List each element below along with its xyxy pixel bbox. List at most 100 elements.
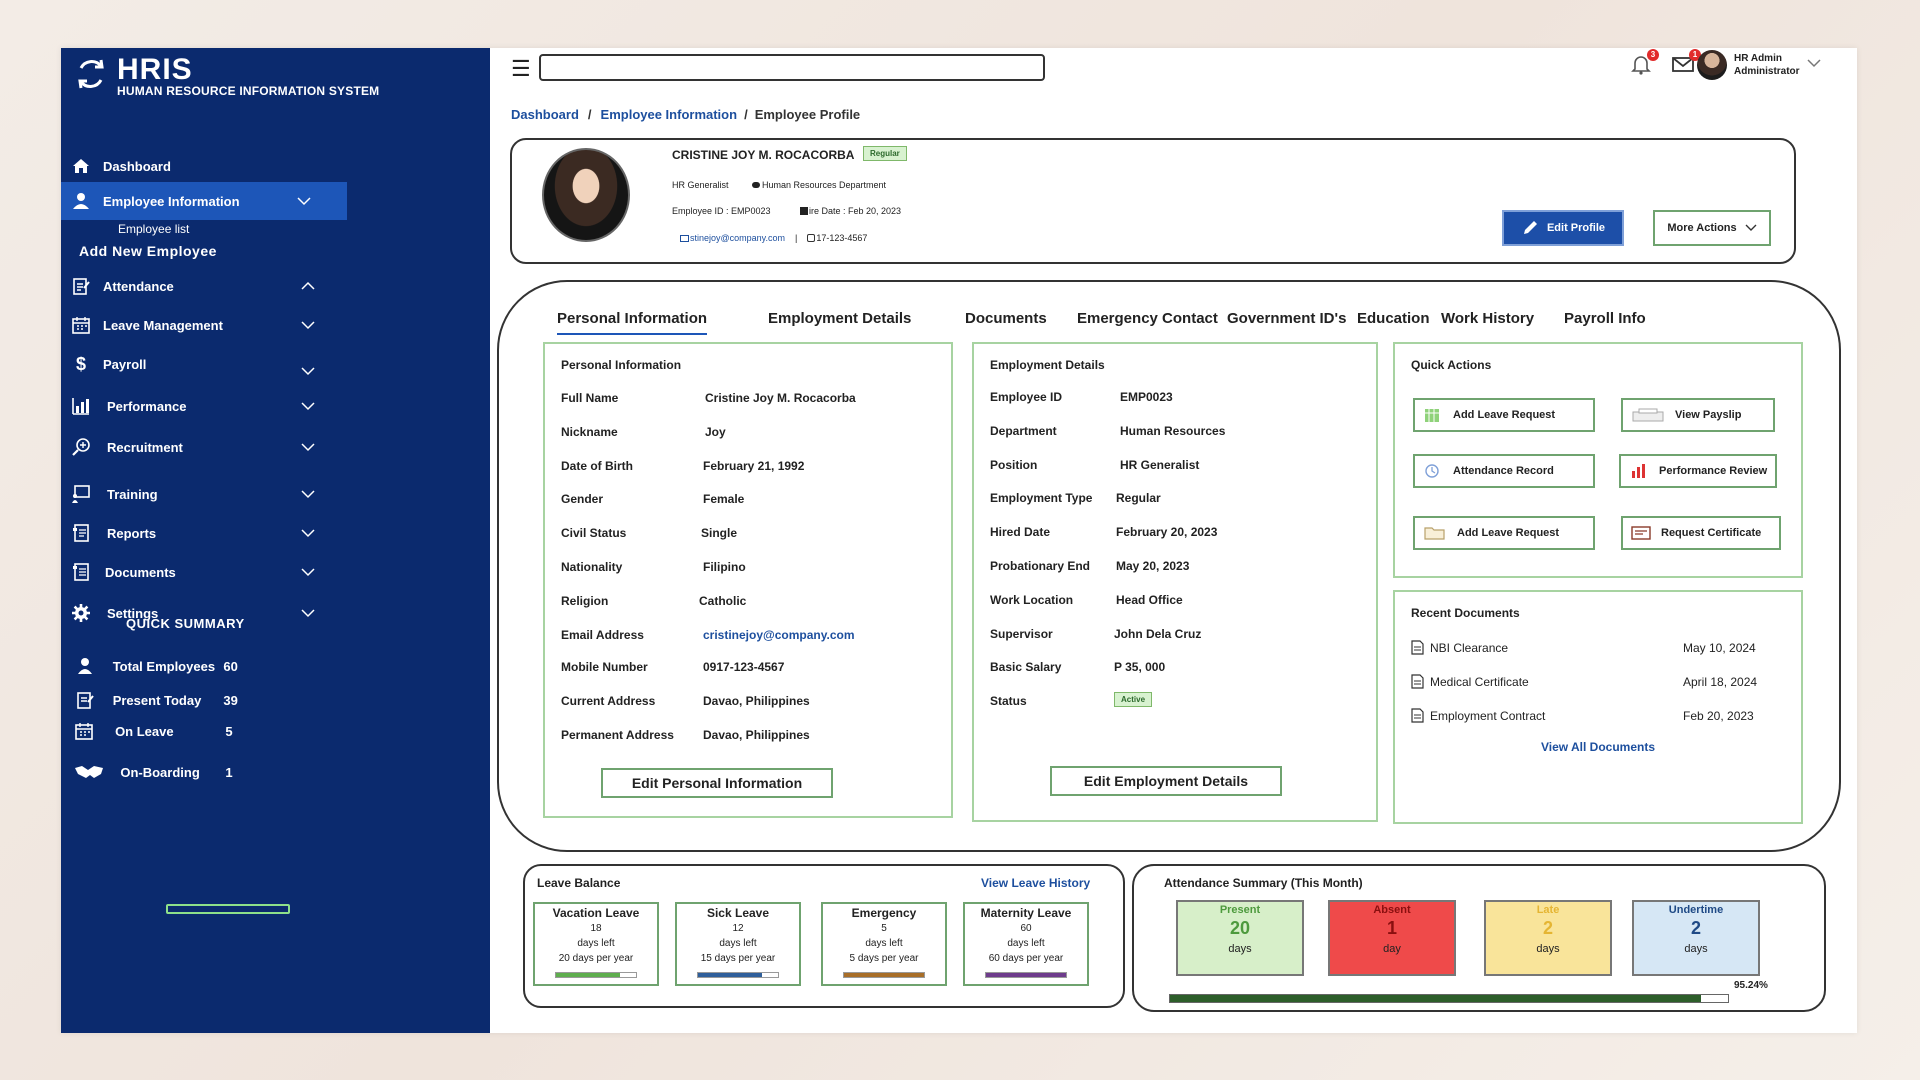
employee-email[interactable]: stinejoy@company.com <box>690 233 785 243</box>
sidebar-scrollbar[interactable] <box>166 904 290 914</box>
tab-personal-information[interactable]: Personal Information <box>557 310 708 335</box>
employee-id: Employee ID : EMP0023 <box>672 206 771 216</box>
more-actions-button[interactable]: More Actions <box>1653 210 1771 246</box>
tab-work-history[interactable]: Work History <box>1441 310 1534 327</box>
user-menu[interactable]: HR Admin Administrator <box>1734 52 1800 78</box>
performance-review-button[interactable]: Performance Review <box>1619 454 1777 488</box>
document-row[interactable]: Medical Certificate April 18, 2024 <box>1411 674 1775 689</box>
payslip-icon <box>1632 408 1664 422</box>
field-label: Position <box>990 458 1038 472</box>
sidebar-item-label: Documents <box>105 564 176 580</box>
employment-type-badge: Regular <box>863 146 907 161</box>
app-window: HRIS HUMAN RESOURCE INFORMATION SYSTEM D… <box>61 48 1857 1033</box>
chevron-up-icon <box>299 277 317 295</box>
employment-field-row: Status Active <box>990 692 1370 710</box>
tab-emergency-contact[interactable]: Emergency Contact <box>1077 310 1218 327</box>
leave-type-name: Vacation Leave <box>552 906 640 920</box>
sidebar-item-recruitment[interactable]: Recruitment <box>61 428 347 466</box>
field-label: Work Location <box>990 593 1074 607</box>
employment-field-row: Basic Salary P 35, 000 <box>990 660 1370 676</box>
edit-personal-information-button[interactable]: Edit Personal Information <box>601 768 833 798</box>
user-name: HR Admin <box>1734 53 1782 64</box>
app-subtitle: HUMAN RESOURCE INFORMATION SYSTEM <box>117 84 380 98</box>
document-date: April 18, 2024 <box>1683 674 1758 689</box>
sidebar-item-training[interactable]: Training <box>61 475 347 513</box>
leave-tile: Emergency 5 days left 5 days per year <box>821 902 947 986</box>
attendance-tile-late: Late 2 days <box>1484 900 1612 976</box>
document-name: NBI Clearance <box>1430 640 1509 655</box>
messages-button[interactable]: 1 <box>1671 49 1701 77</box>
leave-balance-card: Leave Balance View Leave History Vacatio… <box>523 864 1125 1008</box>
sidebar-item-label: Performance <box>107 398 187 414</box>
document-name: Employment Contract <box>1430 708 1546 723</box>
breadcrumb-employee-information[interactable]: Employee Information <box>601 107 738 122</box>
chevron-down-icon <box>1745 224 1757 231</box>
recent-documents-box: Recent Documents NBI Clearance May 10, 20… <box>1393 590 1803 824</box>
view-payslip-button[interactable]: View Payslip <box>1621 398 1775 432</box>
field-value: February 21, 1992 <box>703 459 805 473</box>
field-value: EMP0023 <box>1120 390 1173 404</box>
document-row[interactable]: Employment Contract Feb 20, 2023 <box>1411 708 1775 723</box>
add-leave-request-button[interactable]: Add Leave Request <box>1413 398 1595 432</box>
leave-days-left-label: days left <box>719 938 757 949</box>
breadcrumb: Dashboard / Employee Information / Emplo… <box>511 107 860 122</box>
report-icon <box>69 521 93 545</box>
sidebar-item-reports[interactable]: Reports <box>61 514 347 552</box>
leave-per-year: 5 days per year <box>849 953 919 964</box>
leave-balance-bar-fill <box>844 973 924 977</box>
avatar[interactable] <box>1697 50 1727 80</box>
quick-action-label: Attendance Record <box>1453 465 1554 477</box>
notifications-button[interactable]: 3 <box>1629 49 1659 77</box>
calendar-icon <box>69 313 93 337</box>
employee-contact: stinejoy@company.com | 17-123-4567 <box>680 233 867 243</box>
leave-tile: Sick Leave 12 days left 15 days per year <box>675 902 801 986</box>
sidebar-item-leave-management[interactable]: Leave Management <box>61 306 347 344</box>
hamburger-menu-icon[interactable]: ☰ <box>511 56 535 82</box>
field-label: Gender <box>561 492 604 506</box>
sidebar-item-employee-information[interactable]: Employee Information <box>61 182 347 220</box>
edit-profile-button[interactable]: Edit Profile <box>1502 210 1624 246</box>
sidebar-subitem-employee-list[interactable]: Employee list <box>118 222 189 236</box>
tab-documents[interactable]: Documents <box>965 310 1047 327</box>
attendance-record-button[interactable]: Attendance Record <box>1413 454 1595 488</box>
attendance-tile-unit: day <box>1383 943 1401 955</box>
tab-payroll-info[interactable]: Payroll Info <box>1564 310 1646 327</box>
employment-field-row: Employee ID EMP0023 <box>990 390 1370 406</box>
field-value: John Dela Cruz <box>1114 627 1202 641</box>
field-label: Status <box>990 694 1027 708</box>
request-certificate-button[interactable]: Request Certificate <box>1621 516 1781 550</box>
quick-summary-total-employees: Total Employees 60 <box>73 651 253 681</box>
personal-field-row: Gender Female <box>561 492 941 508</box>
document-row[interactable]: NBI Clearance May 10, 2024 <box>1411 640 1775 655</box>
edit-employment-details-button[interactable]: Edit Employment Details <box>1050 766 1282 796</box>
sidebar-item-performance[interactable]: Performance <box>61 387 347 425</box>
attendance-tile-value: 20 <box>1229 918 1251 938</box>
view-leave-history-link[interactable]: View Leave History <box>981 876 1090 890</box>
tab-government-ids[interactable]: Government ID's <box>1227 310 1346 327</box>
field-value: Joy <box>705 425 726 439</box>
add-leave-request-secondary-button[interactable]: Add Leave Request <box>1413 516 1595 550</box>
quick-action-label: Request Certificate <box>1661 527 1762 539</box>
search-input[interactable] <box>539 54 1045 81</box>
view-all-documents-link[interactable]: View All Documents <box>1541 740 1655 754</box>
sidebar: HRIS HUMAN RESOURCE INFORMATION SYSTEM D… <box>61 48 490 1033</box>
documents-icon <box>69 560 93 584</box>
sidebar-item-documents[interactable]: Documents <box>61 553 347 591</box>
chevron-down-icon[interactable] <box>1807 58 1821 68</box>
tab-education[interactable]: Education <box>1357 310 1430 327</box>
sidebar-item-dashboard[interactable]: Dashboard <box>61 147 347 185</box>
sidebar-subitem-add-new-employee[interactable]: Add New Employee <box>79 243 217 259</box>
personal-field-row: Date of Birth February 21, 1992 <box>561 459 941 475</box>
field-value[interactable]: cristinejoy@company.com <box>703 628 855 642</box>
chevron-down-icon <box>299 524 317 542</box>
breadcrumb-dashboard[interactable]: Dashboard <box>511 107 579 122</box>
sidebar-item-label: Recruitment <box>107 439 183 455</box>
attendance-tile-label: Present <box>1219 904 1261 916</box>
tab-employment-details[interactable]: Employment Details <box>768 310 911 327</box>
sidebar-item-attendance[interactable]: Attendance <box>61 267 347 305</box>
leave-type-name: Sick Leave <box>706 906 770 920</box>
leave-balance-bar <box>985 972 1067 978</box>
profile-tab-panel: Personal Information Employment Details … <box>497 280 1841 852</box>
field-value: Female <box>703 492 745 506</box>
sidebar-item-payroll[interactable]: $ Payroll <box>61 345 347 383</box>
